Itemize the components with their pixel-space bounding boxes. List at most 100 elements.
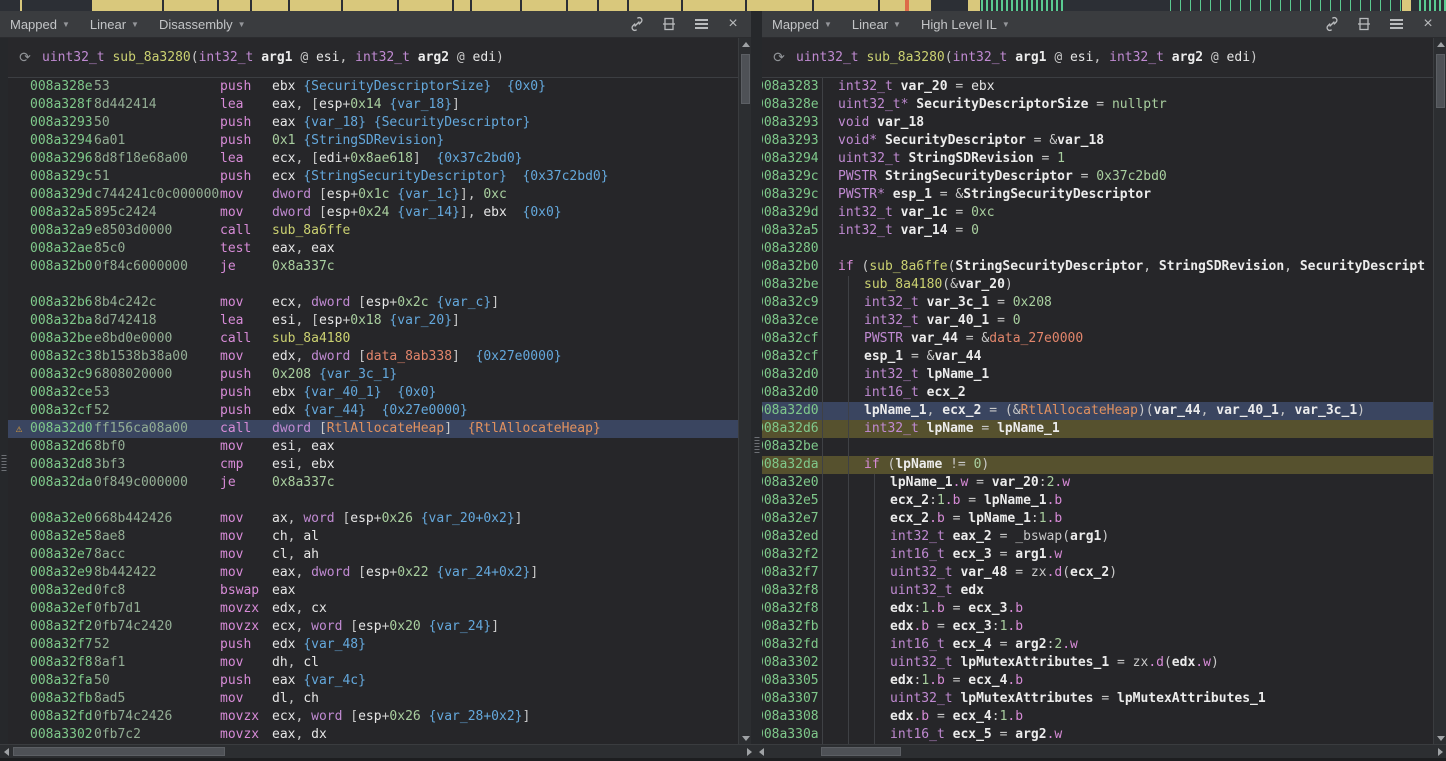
left-view-menu-linear[interactable]: Linear▼ — [90, 17, 139, 32]
scroll-up-button[interactable] — [1434, 38, 1446, 50]
split-icon[interactable] — [1356, 16, 1372, 32]
right-vertical-scrollbar[interactable] — [1433, 38, 1446, 744]
asm-row[interactable]: 008a328e53pushebx {SecurityDescriptorSiz… — [8, 78, 738, 96]
hlil-row[interactable]: 008a3293void* SecurityDescriptor = &var_… — [762, 132, 1433, 150]
asm-row[interactable]: 008a32b68b4c242cmovecx, dword [esp+0x2c … — [8, 294, 738, 312]
right-view-menu-linear[interactable]: Linear▼ — [852, 17, 901, 32]
asm-row[interactable]: 008a32a5895c2424movdword [esp+0x24 {var_… — [8, 204, 738, 222]
hlil-row[interactable]: 008a3307uint32_t lpMutexAttributes = lpM… — [762, 690, 1433, 708]
hlil-row[interactable]: 008a32f8uint32_t edx — [762, 582, 1433, 600]
menu-icon[interactable] — [1388, 16, 1404, 32]
menu-icon[interactable] — [693, 16, 709, 32]
right-horizontal-scrollbar[interactable] — [755, 744, 1446, 758]
asm-row[interactable]: ⚠008a32d0ff156ca08a00calldword [RtlAlloc… — [8, 420, 738, 438]
asm-row[interactable]: 008a32e0668b442426movax, word [esp+0x26 … — [8, 510, 738, 528]
asm-row[interactable]: 008a32c38b1538b38a00movedx, dword [data_… — [8, 348, 738, 366]
scroll-left-button[interactable] — [755, 745, 767, 758]
pane-splitter[interactable] — [751, 11, 762, 758]
hlil-row[interactable]: 008a3302uint32_t lpMutexAttributes_1 = z… — [762, 654, 1433, 672]
hlil-row[interactable]: 008a32f7uint32_t var_48 = zx.d(ecx_2) — [762, 564, 1433, 582]
asm-row[interactable]: 008a32ce53pushebx {var_40_1} {0x0} — [8, 384, 738, 402]
hlil-row[interactable]: 008a32cfesp_1 = &var_44 — [762, 348, 1433, 366]
hlil-row[interactable]: 008a32daif (lpName != 0) — [762, 456, 1433, 474]
link-icon[interactable] — [629, 16, 645, 32]
left-horizontal-scrollbar[interactable] — [0, 744, 755, 758]
asm-row[interactable]: 008a32fb8ad5movdl, ch — [8, 690, 738, 708]
hlil-row[interactable]: 008a32edint32_t eax_2 = _bswap(arg1) — [762, 528, 1433, 546]
asm-row[interactable]: 008a32f752pushedx {var_48} — [8, 636, 738, 654]
hlil-row[interactable]: 008a32d6int32_t lpName = lpName_1 — [762, 420, 1433, 438]
hlil-row[interactable]: 008a3280 — [762, 240, 1433, 258]
hlil-row[interactable]: 008a32f2int16_t ecx_3 = arg1.w — [762, 546, 1433, 564]
scrollbar-thumb[interactable] — [821, 747, 901, 756]
asm-row[interactable]: 008a33020fb7c2movzxeax, dx — [8, 726, 738, 744]
hlil-row[interactable]: 008a32d0int16_t ecx_2 — [762, 384, 1433, 402]
hlil-row[interactable]: 008a32c9int32_t var_3c_1 = 0x208 — [762, 294, 1433, 312]
scroll-down-button[interactable] — [1434, 732, 1446, 744]
asm-row[interactable]: 008a329c51pushecx {StringSecurityDescrip… — [8, 168, 738, 186]
asm-row[interactable]: 008a32f20fb74c2420movzxecx, word [esp+0x… — [8, 618, 738, 636]
hlil-row[interactable]: 008a32fbedx.b = ecx_3:1.b — [762, 618, 1433, 636]
hlil-row[interactable]: 008a32fdint16_t ecx_4 = arg2:2.w — [762, 636, 1433, 654]
asm-row[interactable]: 008a329dc744241c0c000000movdword [esp+0x… — [8, 186, 738, 204]
hlil-row[interactable]: 008a330aint16_t ecx_5 = arg2.w — [762, 726, 1433, 744]
asm-row[interactable]: 008a32a9e8503d0000callsub_8a6ffe — [8, 222, 738, 240]
hlil-row[interactable]: 008a32f8edx:1.b = ecx_3.b — [762, 600, 1433, 618]
hlil-row[interactable]: 008a32d0lpName_1, ecx_2 = (&RtlAllocateH… — [762, 402, 1433, 420]
asm-row[interactable]: 008a32f88af1movdh, cl — [8, 654, 738, 672]
asm-row[interactable]: 008a32cf52pushedx {var_44} {0x27e0000} — [8, 402, 738, 420]
hlil-row[interactable]: 008a329cPWSTR StringSecurityDescriptor =… — [762, 168, 1433, 186]
left-vertical-scrollbar[interactable] — [738, 38, 751, 744]
asm-row[interactable]: 008a32ed0fc8bswapeax — [8, 582, 738, 600]
asm-row[interactable]: 008a32946a01push0x1 {StringSDRevision} — [8, 132, 738, 150]
right-view-menu-mapped[interactable]: Mapped▼ — [772, 17, 832, 32]
asm-row[interactable]: 008a32968d8f18e68a00leaecx, [edi+0x8ae61… — [8, 150, 738, 168]
hlil-row[interactable]: 008a3293void var_18 — [762, 114, 1433, 132]
scroll-right-button[interactable] — [1434, 745, 1446, 758]
hlil-row[interactable]: 008a328euint32_t* SecurityDescriptorSize… — [762, 96, 1433, 114]
hlil-row[interactable]: 008a32b0if (sub_8a6ffe(StringSecurityDes… — [762, 258, 1433, 276]
right-view-menu-hlil[interactable]: High Level IL▼ — [921, 17, 1010, 32]
asm-row[interactable]: 008a329350pusheax {var_18} {SecurityDesc… — [8, 114, 738, 132]
hlil-row[interactable]: 008a32d0int32_t lpName_1 — [762, 366, 1433, 384]
hlil-row[interactable]: 008a329dint32_t var_1c = 0xc — [762, 204, 1433, 222]
hlil-row[interactable]: 008a3283int32_t var_20 = ebx — [762, 78, 1433, 96]
hlil-row[interactable]: 008a32e7ecx_2.b = lpName_1:1.b — [762, 510, 1433, 528]
asm-row[interactable]: 008a32ef0fb7d1movzxedx, cx — [8, 600, 738, 618]
left-view-menu-mapped[interactable]: Mapped▼ — [10, 17, 70, 32]
left-view-menu-disassembly[interactable]: Disassembly▼ — [159, 17, 246, 32]
hlil-row[interactable]: 008a32e5ecx_2:1.b = lpName_1.b — [762, 492, 1433, 510]
hlil-row[interactable]: 008a32ceint32_t var_40_1 = 0 — [762, 312, 1433, 330]
close-icon[interactable]: × — [1420, 16, 1436, 32]
asm-row[interactable]: 008a32d68bf0movesi, eax — [8, 438, 738, 456]
asm-row[interactable]: 008a32c96808020000push0x208 {var_3c_1} — [8, 366, 738, 384]
scroll-left-button[interactable] — [0, 745, 12, 758]
asm-row[interactable]: 008a328f8d442414leaeax, [esp+0x14 {var_1… — [8, 96, 738, 114]
asm-row[interactable]: 008a32fd0fb74c2426movzxecx, word [esp+0x… — [8, 708, 738, 726]
left-edge-splitter[interactable] — [0, 38, 8, 755]
asm-row[interactable]: 008a32ae85c0testeax, eax — [8, 240, 738, 258]
scrollbar-thumb[interactable] — [741, 54, 750, 104]
collapse-toggle-icon[interactable]: ⟳ — [8, 50, 42, 66]
asm-row[interactable]: 008a32fa50pusheax {var_4c} — [8, 672, 738, 690]
asm-row[interactable]: 008a32d83bf3cmpesi, ebx — [8, 456, 738, 474]
asm-row[interactable]: 008a32e58ae8movch, al — [8, 528, 738, 546]
asm-row[interactable]: 008a32e98b442422moveax, dword [esp+0x22 … — [8, 564, 738, 582]
asm-row[interactable]: 008a32e78accmovcl, ah — [8, 546, 738, 564]
asm-row[interactable]: 008a32da0f849c000000je0x8a337c — [8, 474, 738, 492]
scroll-right-button[interactable] — [743, 745, 755, 758]
hlil-row[interactable]: 008a3305edx:1.b = ecx_4.b — [762, 672, 1433, 690]
asm-row[interactable]: 008a32b00f84c6000000je0x8a337c — [8, 258, 738, 276]
hlil-row[interactable]: 008a32besub_8a4180(&var_20) — [762, 276, 1433, 294]
hlil-row[interactable]: 008a32be — [762, 438, 1433, 456]
scrollbar-thumb[interactable] — [13, 747, 225, 756]
split-icon[interactable] — [661, 16, 677, 32]
hlil-row[interactable]: 008a3308edx.b = ecx_4:1.b — [762, 708, 1433, 726]
hlil-row[interactable]: 008a32e0lpName_1.w = var_20:2.w — [762, 474, 1433, 492]
scrollbar-thumb[interactable] — [1436, 54, 1445, 108]
feature-map[interactable] — [0, 0, 1446, 11]
hlil-row[interactable]: 008a3294uint32_t StringSDRevision = 1 — [762, 150, 1433, 168]
close-icon[interactable]: × — [725, 16, 741, 32]
asm-row[interactable]: 008a32bee8bd0e0000callsub_8a4180 — [8, 330, 738, 348]
hlil-row[interactable]: 008a32a5int32_t var_14 = 0 — [762, 222, 1433, 240]
